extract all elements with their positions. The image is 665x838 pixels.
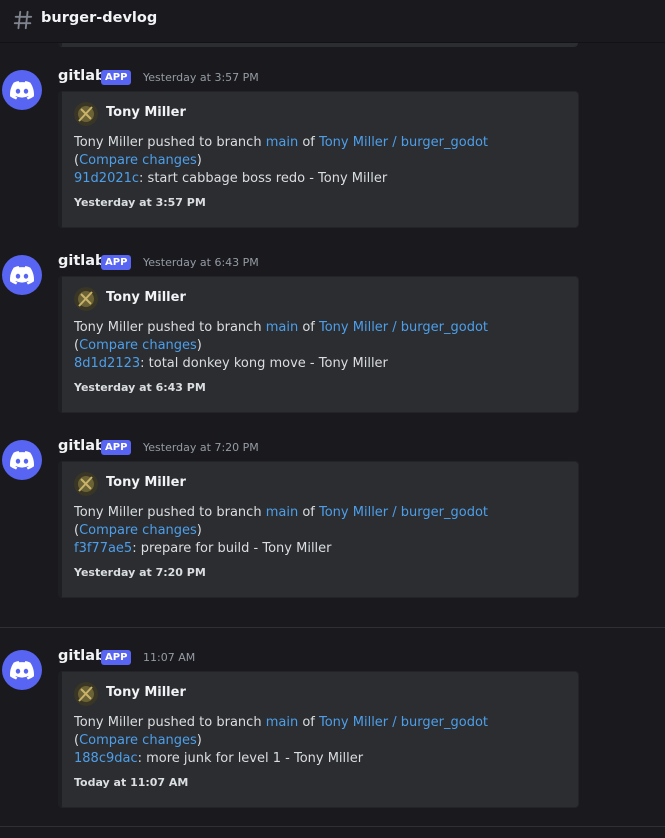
embed-footer: Yesterday at 6:43 PM	[74, 381, 206, 394]
branch-link[interactable]: main	[266, 320, 298, 335]
app-badge: APP	[101, 70, 132, 85]
pusher-name: Tony Miller	[74, 135, 144, 150]
username[interactable]: gitlab	[58, 253, 105, 269]
embed-author[interactable]: Tony Miller	[106, 290, 186, 305]
author-avatar	[74, 682, 98, 706]
embed-footer: Today at 11:07 AM	[74, 776, 189, 789]
pusher-name: Tony Miller	[74, 505, 144, 520]
commit-link[interactable]: 91d2021c	[74, 171, 139, 186]
branch-link[interactable]: main	[266, 715, 298, 730]
avatar[interactable]	[2, 650, 42, 690]
message: gitlab APP Yesterday at 3:57 PM Tony Mil…	[0, 68, 665, 240]
message: gitlab APP Yesterday at 6:43 PM Tony Mil…	[0, 253, 665, 425]
of-text: of	[302, 715, 315, 730]
avatar[interactable]	[2, 255, 42, 295]
commit-message: total donkey kong move - Tony Miller	[148, 356, 388, 371]
compare-link[interactable]: Compare changes	[79, 338, 197, 353]
commit-message: prepare for build - Tony Miller	[140, 541, 332, 556]
avatar[interactable]	[2, 440, 42, 480]
embed-description: Tony Miller pushed to branch main of Ton…	[74, 715, 488, 766]
commit-message: more junk for level 1 - Tony Miller	[146, 751, 364, 766]
commit-message: start cabbage boss redo - Tony Miller	[147, 171, 388, 186]
repo-link[interactable]: Tony Miller / burger_godot	[319, 135, 488, 150]
message-timestamp[interactable]: Yesterday at 6:43 PM	[143, 256, 259, 269]
push-text: pushed to branch	[147, 135, 262, 150]
embed-footer: Yesterday at 3:57 PM	[74, 196, 206, 209]
author-avatar	[74, 102, 98, 126]
of-text: of	[302, 320, 315, 335]
embed-description: Tony Miller pushed to branch main of Ton…	[74, 135, 488, 186]
push-text: pushed to branch	[147, 715, 262, 730]
embed: Tony Miller Tony Miller pushed to branch…	[58, 91, 579, 228]
embed-footer: Yesterday at 7:20 PM	[74, 566, 206, 579]
compare-link[interactable]: Compare changes	[79, 153, 197, 168]
hash-icon	[13, 10, 33, 30]
message-timestamp[interactable]: Yesterday at 3:57 PM	[143, 71, 259, 84]
channel-name[interactable]: burger-devlog	[41, 10, 157, 26]
app-badge: APP	[101, 440, 132, 455]
avatar[interactable]	[2, 70, 42, 110]
username[interactable]: gitlab	[58, 438, 105, 454]
message-timestamp[interactable]: Yesterday at 7:20 PM	[143, 441, 259, 454]
pusher-name: Tony Miller	[74, 320, 144, 335]
push-text: pushed to branch	[147, 320, 262, 335]
embed: Tony Miller Tony Miller pushed to branch…	[58, 671, 579, 808]
embed-author[interactable]: Tony Miller	[106, 105, 186, 120]
compare-link[interactable]: Compare changes	[79, 733, 197, 748]
discord-icon	[10, 80, 34, 99]
pusher-name: Tony Miller	[74, 715, 144, 730]
commit-link[interactable]: f3f77ae5	[74, 541, 132, 556]
author-avatar	[74, 472, 98, 496]
embed-author[interactable]: Tony Miller	[106, 475, 186, 490]
day-divider	[0, 627, 665, 628]
embed: Tony Miller Tony Miller pushed to branch…	[58, 276, 579, 413]
bottom-divider	[0, 826, 665, 827]
compare-link[interactable]: Compare changes	[79, 523, 197, 538]
username[interactable]: gitlab	[58, 648, 105, 664]
discord-icon	[10, 660, 34, 679]
message: gitlab APP 11:07 AM Tony Miller Tony Mil…	[0, 648, 665, 820]
repo-link[interactable]: Tony Miller / burger_godot	[319, 320, 488, 335]
username[interactable]: gitlab	[58, 68, 105, 84]
branch-link[interactable]: main	[266, 505, 298, 520]
channel-header: burger-devlog	[0, 0, 665, 43]
discord-icon	[10, 265, 34, 284]
embed-author[interactable]: Tony Miller	[106, 685, 186, 700]
of-text: of	[302, 505, 315, 520]
author-avatar	[74, 287, 98, 311]
app-badge: APP	[101, 650, 132, 665]
commit-link[interactable]: 8d1d2123	[74, 356, 140, 371]
repo-link[interactable]: Tony Miller / burger_godot	[319, 715, 488, 730]
commit-link[interactable]: 188c9dac	[74, 751, 138, 766]
message: gitlab APP Yesterday at 7:20 PM Tony Mil…	[0, 438, 665, 610]
embed: Tony Miller Tony Miller pushed to branch…	[58, 461, 579, 598]
embed-description: Tony Miller pushed to branch main of Ton…	[74, 505, 488, 556]
push-text: pushed to branch	[147, 505, 262, 520]
of-text: of	[302, 135, 315, 150]
message-timestamp[interactable]: 11:07 AM	[143, 651, 195, 664]
app-badge: APP	[101, 255, 132, 270]
embed-description: Tony Miller pushed to branch main of Ton…	[74, 320, 488, 371]
discord-icon	[10, 450, 34, 469]
previous-embed-edge	[58, 43, 578, 47]
repo-link[interactable]: Tony Miller / burger_godot	[319, 505, 488, 520]
branch-link[interactable]: main	[266, 135, 298, 150]
